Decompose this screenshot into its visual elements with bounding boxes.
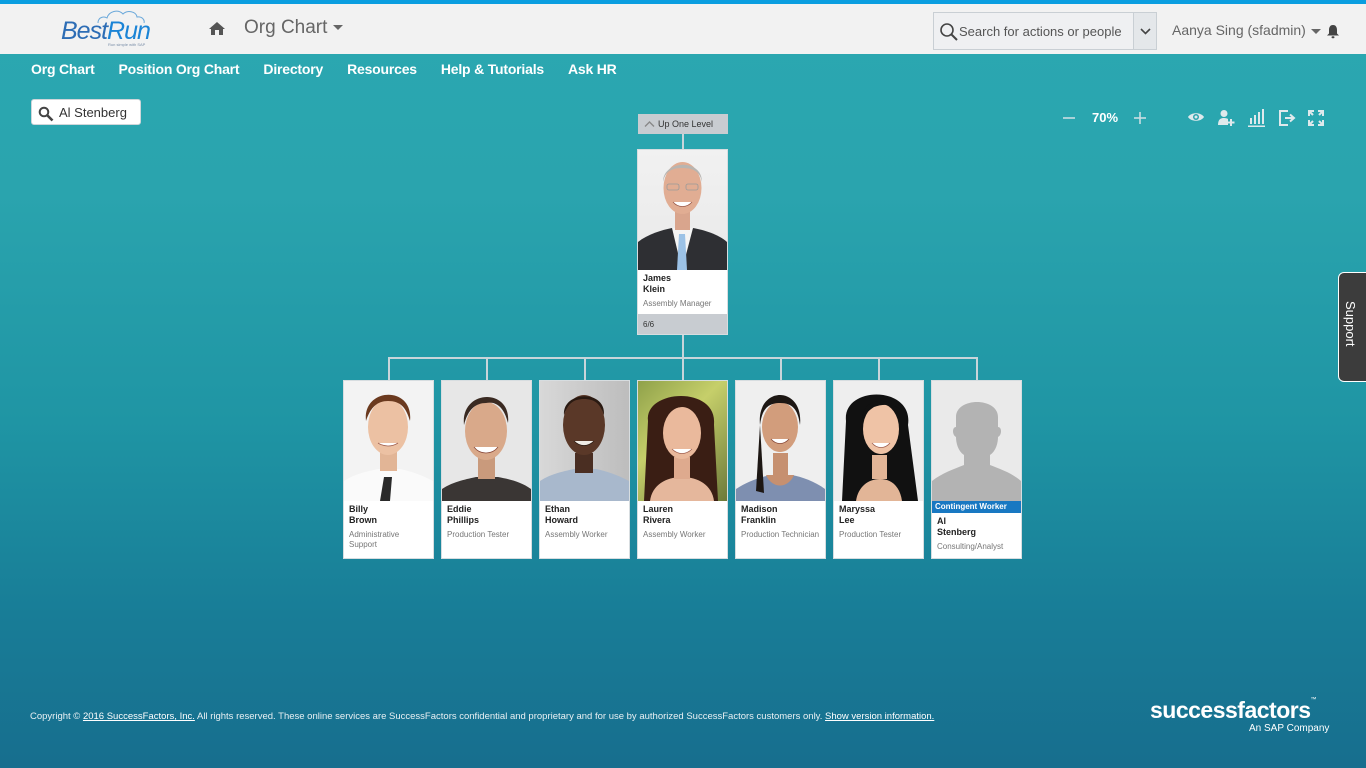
nav-directory[interactable]: Directory <box>263 61 323 77</box>
employee-name: James Klein <box>643 273 672 294</box>
employee-name: Al Stenberg <box>937 516 977 537</box>
portrait-image <box>638 162 727 270</box>
employee-photo <box>344 381 433 501</box>
employee-card[interactable]: Contingent Worker Al Stenberg Consulting/… <box>931 380 1022 559</box>
chevron-down-icon <box>1310 28 1321 34</box>
export-icon[interactable] <box>1277 108 1297 128</box>
employee-title: Consulting/Analyst <box>937 542 1004 551</box>
manager-card[interactable]: James Klein Assembly Manager 6/6 <box>637 149 728 335</box>
copyright-link[interactable]: 2016 SuccessFactors, Inc. <box>83 711 195 722</box>
employee-title: Production Tester <box>839 530 902 539</box>
company-logo[interactable]: BestRun Run simple with SAP <box>58 6 162 52</box>
employee-card[interactable]: Eddie Phillips Production Tester <box>441 380 532 559</box>
connector-line <box>584 357 586 381</box>
employee-card[interactable]: Maryssa Lee Production Tester <box>833 380 924 559</box>
up-one-level-button[interactable]: Up One Level <box>638 114 728 134</box>
employee-photo <box>540 381 629 501</box>
connector-line <box>682 335 684 357</box>
person-silhouette-icon <box>932 402 1021 501</box>
employee-card[interactable]: Ethan Howard Assembly Worker <box>539 380 630 559</box>
connector-line <box>878 357 880 381</box>
app-title: Org Chart <box>244 17 328 38</box>
zoom-level: 70% <box>1092 110 1119 125</box>
search-icon <box>940 23 958 41</box>
connector-line <box>388 357 390 381</box>
employee-card[interactable]: Billy Brown Administrative Support <box>343 380 434 559</box>
connector-line <box>682 357 684 381</box>
header-bar: BestRun Run simple with SAP Org Chart Aa… <box>0 4 1366 54</box>
eye-icon[interactable] <box>1186 108 1206 128</box>
employee-card[interactable]: Madison Franklin Production Technician <box>735 380 826 559</box>
direct-reports-count[interactable]: 6/6 <box>638 314 727 334</box>
up-one-level-label: Up One Level <box>658 119 714 129</box>
portrait-image <box>842 394 918 501</box>
employee-photo <box>834 381 923 501</box>
employee-name: Eddie Phillips <box>447 504 480 525</box>
portrait-image <box>644 396 718 501</box>
connector-line <box>486 357 488 381</box>
nav-org-chart[interactable]: Org Chart <box>31 61 95 77</box>
employee-card[interactable]: Lauren Rivera Assembly Worker <box>637 380 728 559</box>
logo-tagline: Run simple with SAP <box>108 42 146 47</box>
add-person-icon[interactable] <box>1216 108 1236 128</box>
chevron-down-icon <box>333 25 344 31</box>
nav-position-org-chart[interactable]: Position Org Chart <box>119 61 240 77</box>
employee-name: Maryssa Lee <box>839 504 876 525</box>
portrait-image <box>736 395 825 501</box>
support-tab[interactable]: Support <box>1338 272 1366 382</box>
person-search[interactable] <box>31 99 141 125</box>
employee-photo-placeholder <box>932 381 1021 501</box>
successfactors-logo: successfactors™ An SAP Company <box>1150 697 1330 734</box>
connector-line <box>976 357 978 381</box>
portrait-image <box>442 396 531 501</box>
support-label: Support <box>1343 301 1358 347</box>
employee-title: Assembly Worker <box>643 530 706 539</box>
contingent-worker-badge: Contingent Worker <box>932 501 1021 513</box>
user-name: Aanya Sing (sfadmin) <box>1172 22 1306 38</box>
bar-chart-icon[interactable] <box>1246 108 1266 128</box>
global-search[interactable] <box>933 12 1157 50</box>
nav-help-tutorials[interactable]: Help & Tutorials <box>441 61 544 77</box>
footer-copyright: Copyright © 2016 SuccessFactors, Inc. Al… <box>30 711 935 722</box>
global-search-input[interactable] <box>959 22 1134 40</box>
search-scope-dropdown[interactable] <box>1133 13 1156 49</box>
employee-name: Ethan Howard <box>545 504 579 525</box>
search-icon <box>38 106 54 122</box>
fullscreen-icon[interactable] <box>1306 108 1326 128</box>
employee-photo <box>638 381 727 501</box>
show-version-link[interactable]: Show version information. <box>825 711 934 722</box>
employee-title: Administrative Support <box>349 530 400 549</box>
connector-line <box>780 357 782 381</box>
person-search-input[interactable] <box>59 104 139 121</box>
user-menu[interactable]: Aanya Sing (sfadmin) <box>1172 22 1321 38</box>
employee-photo <box>736 381 825 501</box>
nav-ask-hr[interactable]: Ask HR <box>568 61 617 77</box>
nav-resources[interactable]: Resources <box>347 61 417 77</box>
employee-photo <box>638 150 727 270</box>
zoom-out-icon[interactable] <box>1059 108 1079 128</box>
employee-title: Assembly Worker <box>545 530 608 539</box>
employee-title: Production Tester <box>447 530 510 539</box>
employee-name: Lauren Rivera <box>643 504 674 525</box>
portrait-image <box>344 394 433 501</box>
employee-photo <box>442 381 531 501</box>
employee-title: Assembly Manager <box>643 299 712 308</box>
employee-name: Billy Brown <box>349 504 377 525</box>
notification-bell-icon[interactable] <box>1326 24 1340 39</box>
employee-title: Production Technician <box>741 530 820 539</box>
app-title-menu[interactable]: Org Chart <box>244 17 344 39</box>
chevron-up-icon <box>644 121 655 127</box>
connector-line <box>682 134 684 149</box>
home-icon[interactable] <box>208 20 226 36</box>
zoom-in-icon[interactable] <box>1130 108 1150 128</box>
main-nav: Org Chart Position Org Chart Directory R… <box>31 61 641 77</box>
portrait-image <box>540 395 629 501</box>
employee-name: Madison Franklin <box>741 504 778 525</box>
chevron-down-icon <box>1140 28 1151 35</box>
